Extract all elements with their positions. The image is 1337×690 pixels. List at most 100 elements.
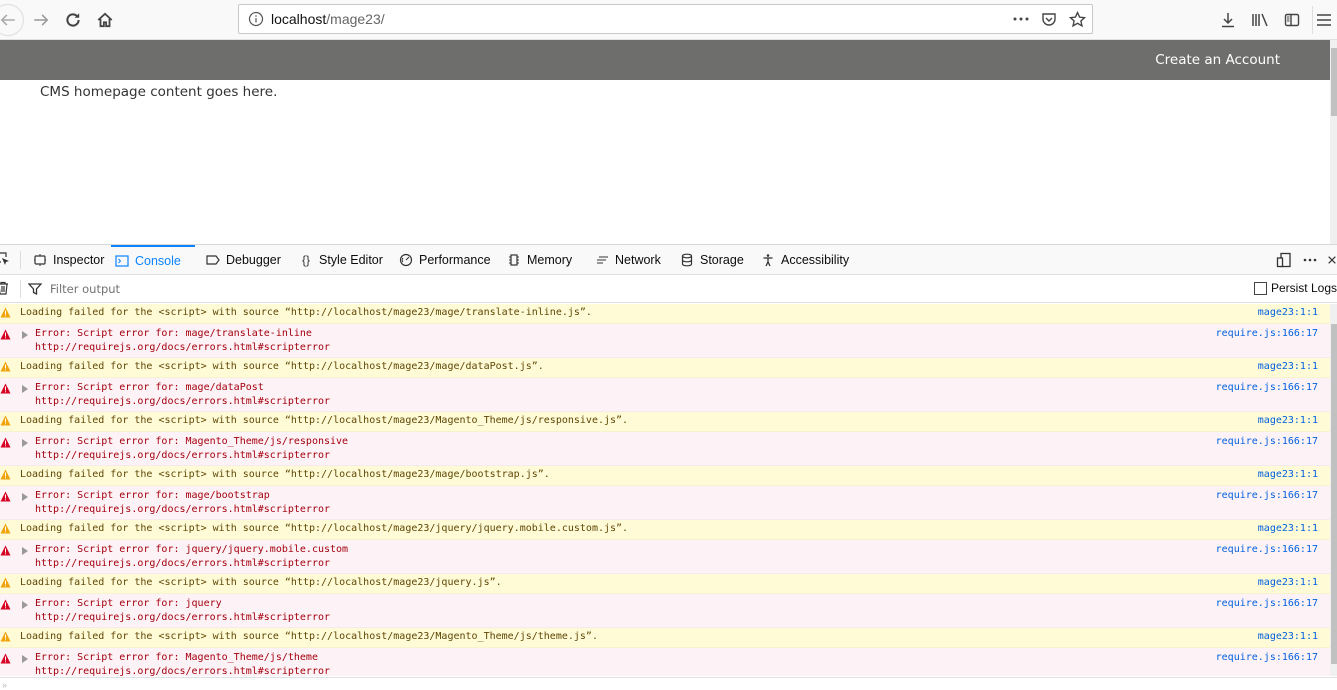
pocket-icon[interactable] — [1040, 9, 1058, 29]
message-location-link[interactable]: require.js:166:17 — [1216, 382, 1318, 393]
info-icon[interactable] — [241, 11, 271, 27]
filter-icon — [27, 282, 43, 296]
url-bar[interactable]: localhost/mage23/ — [238, 4, 1093, 34]
message-location-link[interactable]: require.js:166:17 — [1216, 598, 1318, 609]
message-location-link[interactable]: mage23:1:1 — [1258, 577, 1318, 588]
expand-arrow-icon[interactable] — [22, 601, 28, 609]
style-editor-icon: {} — [301, 253, 310, 267]
message-text: Loading failed for the <script> with sou… — [20, 631, 598, 642]
bookmark-star-icon[interactable] — [1068, 9, 1086, 29]
expand-arrow-icon[interactable] — [22, 547, 28, 555]
message-location-link[interactable]: mage23:1:1 — [1258, 415, 1318, 426]
browser-toolbar: localhost/mage23/ — [0, 0, 1337, 40]
expand-arrow-icon[interactable] — [22, 385, 28, 393]
message-help-link[interactable]: http://requirejs.org/docs/errors.html#sc… — [35, 612, 330, 623]
filter-output-input[interactable] — [50, 279, 650, 299]
message-location-link[interactable]: require.js:166:17 — [1216, 490, 1318, 501]
message-help-link[interactable]: http://requirejs.org/docs/errors.html#sc… — [35, 504, 330, 515]
tab-debugger[interactable]: Debugger — [202, 245, 285, 275]
console-icon — [115, 254, 129, 268]
message-location-link[interactable]: mage23:1:1 — [1258, 523, 1318, 534]
close-devtools-icon[interactable] — [1327, 254, 1337, 266]
message-location-link[interactable]: require.js:166:17 — [1216, 652, 1318, 663]
message-help-link[interactable]: http://requirejs.org/docs/errors.html#sc… — [35, 666, 330, 676]
message-help-link[interactable]: http://requirejs.org/docs/errors.html#sc… — [35, 342, 330, 353]
library-icon[interactable] — [1244, 6, 1276, 34]
tab-inspector[interactable]: Inspector — [29, 245, 108, 275]
message-text: Loading failed for the <script> with sou… — [20, 415, 629, 426]
message-help-link[interactable]: http://requirejs.org/docs/errors.html#sc… — [35, 450, 330, 461]
expand-arrow-icon[interactable] — [22, 655, 28, 663]
tab-network[interactable]: Network — [591, 245, 665, 275]
more-options-icon[interactable] — [1301, 258, 1319, 262]
message-location-link[interactable]: mage23:1:1 — [1258, 631, 1318, 642]
tab-console[interactable]: Console — [111, 245, 195, 275]
reload-button[interactable] — [59, 6, 87, 34]
console-error-message[interactable]: Error: Script error for: jquery http://re… — [0, 594, 1330, 628]
message-location-link[interactable]: mage23:1:1 — [1258, 361, 1318, 372]
message-location-link[interactable]: mage23:1:1 — [1258, 469, 1318, 480]
expand-arrow-icon[interactable] — [22, 331, 28, 339]
warning-icon — [0, 415, 11, 426]
tab-accessibility[interactable]: Accessibility — [757, 245, 853, 275]
devtools-panel: Inspector Console Debugger {} Style Edit… — [0, 244, 1337, 690]
tab-label: Accessibility — [781, 253, 850, 267]
create-account-link[interactable]: Create an Account — [1155, 52, 1280, 68]
expand-arrow-icon[interactable] — [22, 493, 28, 501]
console-error-message[interactable]: Error: Script error for: mage/bootstrap h… — [0, 486, 1330, 520]
expand-arrow-icon[interactable] — [22, 439, 28, 447]
warning-icon — [0, 631, 11, 642]
console-scrollbar[interactable] — [1330, 304, 1337, 676]
cms-content: CMS homepage content goes here. — [40, 84, 278, 100]
message-location-link[interactable]: require.js:166:17 — [1216, 436, 1318, 447]
forward-button[interactable] — [27, 6, 55, 34]
tab-performance[interactable]: Performance — [395, 245, 495, 275]
page-scrollbar-thumb[interactable] — [1331, 48, 1337, 116]
element-picker-icon[interactable] — [0, 252, 12, 268]
sidebar-icon[interactable] — [1276, 6, 1308, 34]
console-error-message[interactable]: Error: Script error for: Magento_Theme/j… — [0, 432, 1330, 466]
error-icon — [0, 545, 11, 556]
message-help-link[interactable]: http://requirejs.org/docs/errors.html#sc… — [35, 396, 330, 407]
toolbar-separator — [1312, 6, 1313, 34]
persist-logs-checkbox[interactable]: Persist Logs — [1253, 281, 1337, 295]
storage-icon — [680, 253, 694, 267]
error-icon — [0, 491, 11, 502]
message-text: Loading failed for the <script> with sou… — [20, 307, 592, 318]
error-icon — [0, 599, 11, 610]
error-icon — [0, 383, 11, 394]
page-scrollbar[interactable] — [1330, 40, 1337, 245]
message-location-link[interactable]: require.js:166:17 — [1216, 544, 1318, 555]
console-error-message[interactable]: Error: Script error for: mage/dataPost ht… — [0, 378, 1330, 412]
console-error-message[interactable]: Error: Script error for: Magento_Theme/j… — [0, 648, 1330, 676]
message-location-link[interactable]: mage23:1:1 — [1258, 307, 1318, 318]
responsive-design-icon[interactable] — [1275, 252, 1293, 268]
tab-label: Memory — [527, 253, 573, 267]
forward-icon — [34, 14, 49, 26]
page-actions-icon[interactable] — [1012, 9, 1030, 29]
console-input[interactable]: » — [0, 677, 1337, 690]
menu-icon[interactable] — [1317, 6, 1337, 34]
console-error-message[interactable]: Error: Script error for: jquery/jquery.m… — [0, 540, 1330, 574]
warning-icon — [0, 361, 11, 372]
tab-storage[interactable]: Storage — [676, 245, 748, 275]
home-button[interactable] — [91, 6, 119, 34]
console-error-message[interactable]: Error: Script error for: mage/translate-… — [0, 324, 1330, 358]
message-location-link[interactable]: require.js:166:17 — [1216, 328, 1318, 339]
home-icon — [97, 12, 113, 28]
message-help-link[interactable]: http://requirejs.org/docs/errors.html#sc… — [35, 558, 330, 569]
clear-console-icon[interactable] — [0, 281, 11, 297]
message-text: Error: Script error for: Magento_Theme/j… — [35, 436, 349, 447]
tab-label: Storage — [700, 253, 744, 267]
download-icon[interactable] — [1212, 6, 1244, 34]
tab-style-editor[interactable]: {} Style Editor — [295, 245, 387, 275]
warning-icon — [0, 307, 11, 318]
tab-memory[interactable]: Memory — [503, 245, 576, 275]
back-button[interactable] — [0, 4, 24, 36]
console-warning-message: Loading failed for the <script> with sou… — [0, 304, 1330, 324]
url-text[interactable]: localhost/mage23/ — [271, 11, 385, 27]
persist-logs-box[interactable] — [1253, 281, 1267, 295]
message-text: Error: Script error for: jquery — [35, 598, 222, 609]
back-icon — [0, 14, 15, 26]
console-scrollbar-thumb[interactable] — [1331, 324, 1337, 664]
